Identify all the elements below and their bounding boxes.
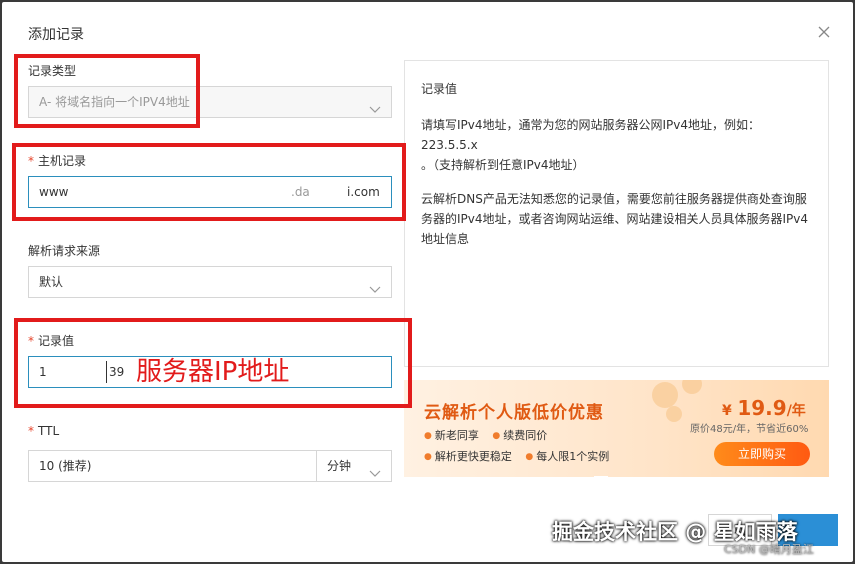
ttl-unit-select[interactable]: 分钟	[317, 450, 392, 482]
ttl-value: 10 (推荐)	[39, 459, 92, 473]
promo-title: 云解析个人版低价优惠	[424, 403, 604, 423]
close-icon[interactable]	[816, 24, 832, 40]
annotation-box-record-type	[14, 54, 200, 128]
watermark-csdn: CSDN @晴月盈江	[724, 543, 814, 556]
coin-decoration	[666, 406, 682, 422]
promo-price: ¥ 19.9/年	[722, 396, 806, 420]
buy-now-button[interactable]: 立即购买	[714, 442, 810, 466]
dialog-title: 添加记录	[28, 27, 84, 43]
promo-banner[interactable]: 云解析个人版低价优惠 新老同享 续费同价 解析更快更稳定 每人限1个实例 ¥ 1…	[404, 380, 829, 477]
annotation-box-host-record	[12, 143, 406, 221]
ttl-label: * TTL	[28, 424, 60, 438]
source-value: 默认	[39, 275, 64, 289]
ttl-input[interactable]: 10 (推荐)	[28, 450, 317, 482]
help-title: 记录值	[421, 82, 458, 96]
chevron-down-icon	[369, 460, 381, 477]
chevron-down-icon	[369, 96, 381, 113]
promo-tags: 新老同享 续费同价 解析更快更稳定 每人限1个实例	[424, 426, 654, 468]
coin-decoration	[682, 380, 702, 394]
chevron-down-icon	[369, 276, 381, 293]
promo-tag: 续费同价	[492, 426, 547, 447]
carousel-dots[interactable]	[594, 464, 612, 477]
help-paragraph-2: 云解析DNS产品无法知悉您的记录值，需要您前往服务器提供商处查询服务器的IPv4…	[421, 192, 809, 246]
annotation-text: 服务器IP地址	[136, 357, 290, 387]
promo-tag: 解析更快更稳定	[424, 447, 512, 468]
coin-decoration	[652, 382, 678, 408]
source-label: 解析请求来源	[28, 244, 101, 258]
add-record-dialog: 添加记录 记录类型 A- 将域名指向一个IPV4地址 * 主机记录 www .da…	[2, 2, 853, 562]
promo-tag: 新老同享	[424, 426, 479, 447]
help-paragraph-1: 请填写IPv4地址，通常为您的网站服务器公网IPv4地址，例如：223.5.5.…	[421, 118, 761, 172]
source-select[interactable]: 默认	[28, 266, 392, 298]
record-value-help-panel: 记录值 请填写IPv4地址，通常为您的网站服务器公网IPv4地址，例如：223.…	[404, 60, 829, 367]
promo-original-price: 原价48元/年，节省近60%	[690, 424, 809, 435]
required-mark: *	[28, 424, 34, 438]
ttl-unit-value: 分钟	[327, 459, 352, 473]
text-cursor	[106, 361, 107, 383]
